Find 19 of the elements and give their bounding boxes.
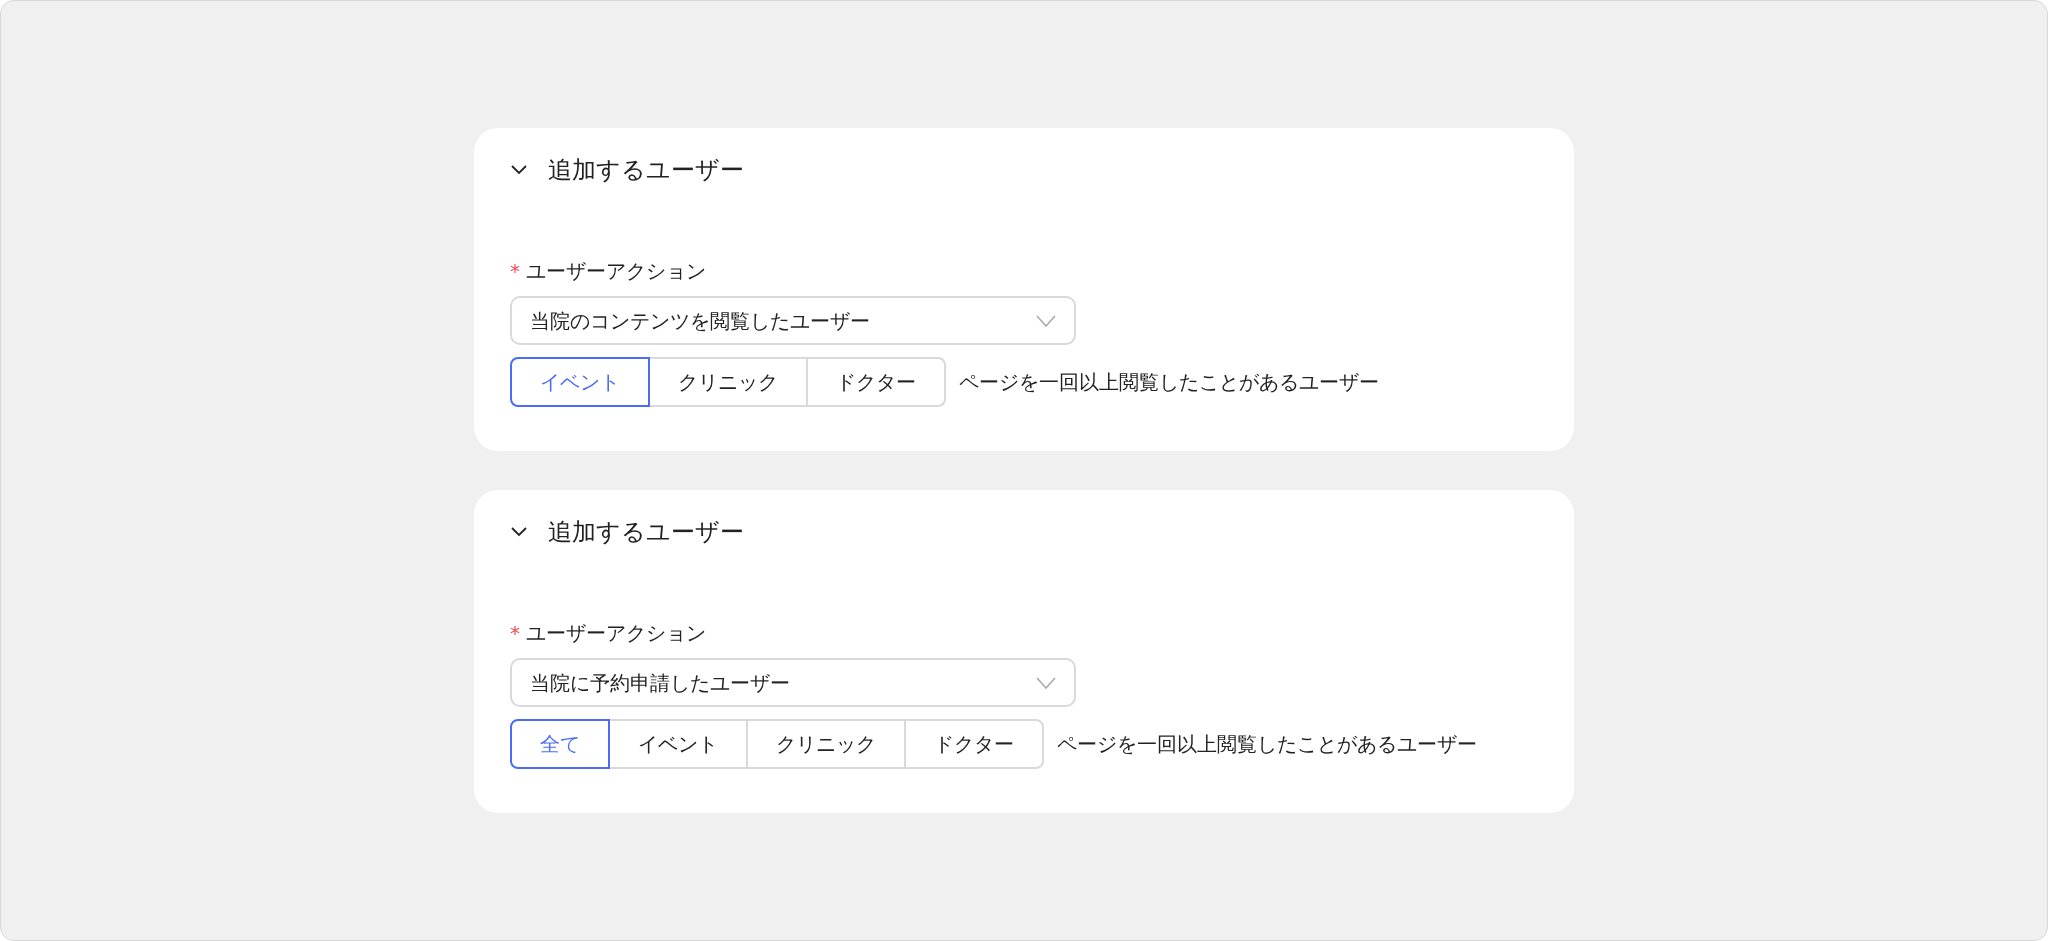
section-title: 追加するユーザー <box>548 155 744 186</box>
field-label: ユーザーアクション <box>526 620 706 647</box>
description-text: ページを一回以上閲覧したことがあるユーザー <box>959 369 1379 396</box>
segment-tab[interactable]: クリニック <box>648 357 808 407</box>
description-text: ページを一回以上閲覧したことがあるユーザー <box>1057 731 1477 758</box>
field-label: ユーザーアクション <box>526 258 706 285</box>
required-mark: * <box>510 623 520 643</box>
select-field[interactable]: 当院に予約申請したユーザー <box>510 658 1076 707</box>
chevron-down-icon <box>1036 314 1056 327</box>
segment-tab[interactable]: ドクター <box>904 719 1044 769</box>
chevron-down-icon <box>1036 676 1056 689</box>
required-mark: * <box>510 261 520 281</box>
select-field[interactable]: 当院のコンテンツを閲覧したユーザー <box>510 296 1076 345</box>
segment-tab[interactable]: 全て <box>510 719 610 769</box>
segment-tab[interactable]: クリニック <box>746 719 906 769</box>
segment-tab[interactable]: イベント <box>510 357 650 407</box>
segment-tab[interactable]: ドクター <box>806 357 946 407</box>
section-title: 追加するユーザー <box>548 517 744 548</box>
segment-tab[interactable]: イベント <box>608 719 748 769</box>
